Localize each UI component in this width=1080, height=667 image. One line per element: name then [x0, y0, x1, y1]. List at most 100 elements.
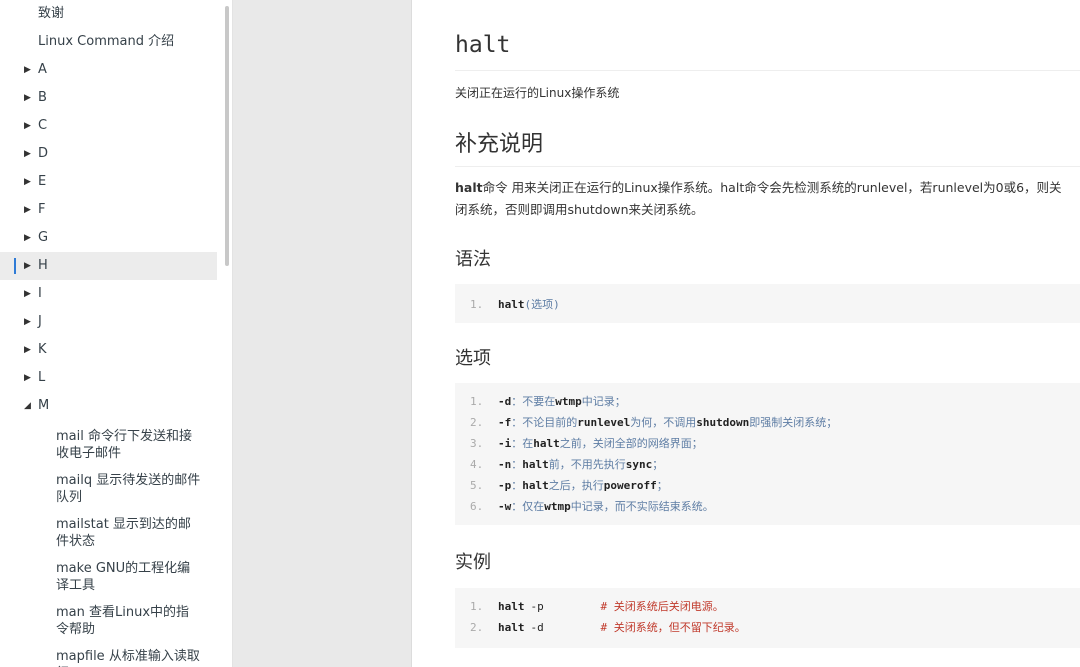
sidebar-scrollbar[interactable] — [225, 6, 229, 266]
option-flag: -i — [498, 437, 512, 450]
sidebar-item-b[interactable]: ▶ B — [0, 84, 222, 112]
code-command: halt — [498, 600, 525, 613]
sidebar-item-g[interactable]: ▶ G — [0, 224, 222, 252]
collapsed-triangle-icon: ▶ — [24, 93, 31, 103]
syntax-code-block: 1. halt(选项) — [455, 284, 1080, 323]
sidebar-item-c[interactable]: ▶ C — [0, 112, 222, 140]
sidebar-item-label: M — [38, 398, 50, 413]
sidebar-item-label: I — [38, 286, 42, 301]
sidebar-item-intro[interactable]: Linux Command 介绍 — [0, 28, 222, 56]
option-text: 之后，执行 — [548, 479, 604, 492]
code-arg: (选项) — [524, 298, 560, 311]
code-line: 1. -d：不要在wtmp中记录； — [470, 391, 1080, 412]
option-text: ：不要在 — [511, 395, 556, 408]
option-text: ； — [656, 479, 668, 492]
option-keyword: runlevel — [577, 416, 631, 429]
option-flag: -p — [498, 479, 512, 492]
sidebar-subitem[interactable]: mailstat 显示到达的邮件状态 — [0, 516, 222, 550]
sidebar-nav: 致谢 Linux Command 介绍 ▶ A ▶ B ▶ C ▶ D ▶ E ▶ F ▶ G ▶ H ▶ I ▶ J… — [0, 0, 222, 667]
sidebar-item-e[interactable]: ▶ E — [0, 168, 222, 196]
sidebar-gutter — [233, 0, 412, 667]
section-heading-supplement: 补充说明 — [455, 126, 1080, 167]
option-flag: -w — [498, 500, 512, 513]
option-keyword: sync — [625, 458, 653, 471]
option-keyword: shutdown — [696, 416, 750, 429]
sidebar-item-label: F — [38, 202, 46, 217]
line-number: 4. — [470, 458, 484, 471]
page-title: halt — [455, 32, 1080, 71]
examples-code-block: 1. halt -p # 关闭系统后关闭电源。 2. halt -d # 关闭系统，但不留下纪… — [455, 588, 1080, 648]
line-number: 1. — [470, 395, 484, 408]
options-code-block: 1. -d：不要在wtmp中记录； 2. -f：不论目前的runlevel为何，不调用… — [455, 383, 1080, 525]
sidebar-item-h[interactable]: ▶ H — [0, 252, 217, 280]
sidebar-item-i[interactable]: ▶ I — [0, 280, 222, 308]
sidebar-item-label: J — [38, 314, 42, 329]
sidebar-item-k[interactable]: ▶ K — [0, 336, 222, 364]
sidebar-item-thanks[interactable]: 致谢 — [0, 0, 222, 28]
sidebar-item-label: A — [38, 62, 47, 77]
option-keyword: wtmp — [544, 500, 571, 513]
option-text: ： — [511, 458, 523, 471]
line-number: 6. — [470, 500, 484, 513]
option-flag: -n — [498, 458, 512, 471]
collapsed-triangle-icon: ▶ — [24, 233, 31, 243]
sidebar-item-label: K — [38, 342, 47, 357]
collapsed-triangle-icon: ▶ — [24, 65, 31, 75]
sidebar-item-j[interactable]: ▶ J — [0, 308, 222, 336]
option-keyword: poweroff — [603, 479, 657, 492]
collapsed-triangle-icon: ▶ — [24, 177, 31, 187]
collapsed-triangle-icon: ▶ — [24, 373, 31, 383]
sidebar-item-label: D — [38, 146, 49, 161]
code-command: halt — [498, 621, 525, 634]
page-description: 关闭正在运行的Linux操作系统 — [455, 86, 620, 100]
line-number: 3. — [470, 437, 484, 450]
option-keyword: halt — [522, 458, 549, 471]
sidebar-item-label: E — [38, 174, 47, 189]
collapsed-triangle-icon: ▶ — [24, 289, 31, 299]
code-line: 4. -n：halt前，不用先执行sync； — [470, 454, 1080, 475]
code-line: 2. halt -d # 关闭系统，但不留下纪录。 — [470, 617, 1080, 638]
line-number: 5. — [470, 479, 484, 492]
option-text: ： — [511, 479, 523, 492]
sidebar-item-m[interactable]: ◢ M — [0, 392, 222, 420]
option-text: 前，不用先执行 — [548, 458, 626, 471]
sidebar-item-l[interactable]: ▶ L — [0, 364, 222, 392]
section-heading-examples: 实例 — [455, 552, 491, 573]
supplement-bold: halt — [455, 180, 483, 195]
collapsed-triangle-icon: ▶ — [24, 345, 31, 355]
sidebar-subitem[interactable]: make GNU的工程化编译工具 — [0, 560, 222, 594]
option-text: 之前，关闭全部的网络界面； — [559, 437, 703, 450]
line-number: 1. — [470, 298, 484, 311]
sidebar-item-label: L — [38, 370, 46, 385]
sidebar-item-a[interactable]: ▶ A — [0, 56, 222, 84]
option-text: 中记录； — [581, 395, 626, 408]
option-text: 为何，不调用 — [630, 416, 697, 429]
sidebar-subitem[interactable]: man 查看Linux中的指令帮助 — [0, 604, 222, 638]
section-heading-syntax: 语法 — [455, 249, 491, 270]
sidebar-subitem[interactable]: mailq 显示待发送的邮件队列 — [0, 472, 222, 506]
sidebar-item-d[interactable]: ▶ D — [0, 140, 222, 168]
main-content: halt 关闭正在运行的Linux操作系统 补充说明 halt命令 用来关闭正在… — [412, 0, 1080, 667]
sidebar-subitem[interactable]: mail 命令行下发送和接收电子邮件 — [0, 428, 222, 462]
collapsed-triangle-icon: ▶ — [24, 121, 31, 131]
supplement-text: 命令 用来关闭正在运行的Linux操作系统。halt命令会先检测系统的runle… — [455, 180, 1062, 217]
sidebar-item-label: H — [38, 258, 48, 273]
code-comment: # 关闭系统后关闭电源。 — [600, 600, 724, 613]
sidebar: 致谢 Linux Command 介绍 ▶ A ▶ B ▶ C ▶ D ▶ E ▶ F ▶ G ▶ H ▶ I ▶ J… — [0, 0, 233, 667]
sidebar-item-f[interactable]: ▶ F — [0, 196, 222, 224]
option-text: 即强制关闭系统； — [749, 416, 838, 429]
option-text: ：仅在 — [511, 500, 545, 513]
expanded-triangle-icon: ◢ — [24, 401, 31, 411]
collapsed-triangle-icon: ▶ — [24, 149, 31, 159]
option-text: ：在 — [511, 437, 534, 450]
option-keyword: wtmp — [555, 395, 582, 408]
option-keyword: halt — [533, 437, 560, 450]
code-line: 1. halt(选项) — [470, 294, 1080, 315]
code-comment: # 关闭系统，但不留下纪录。 — [600, 621, 746, 634]
sidebar-subitem[interactable]: mapfile 从标准输入读取行 — [0, 648, 222, 667]
option-text: 中记录，而不实际结束系统。 — [570, 500, 714, 513]
line-number: 1. — [470, 600, 484, 613]
line-number: 2. — [470, 621, 484, 634]
option-flag: -f — [498, 416, 512, 429]
sidebar-item-label: G — [38, 230, 49, 245]
